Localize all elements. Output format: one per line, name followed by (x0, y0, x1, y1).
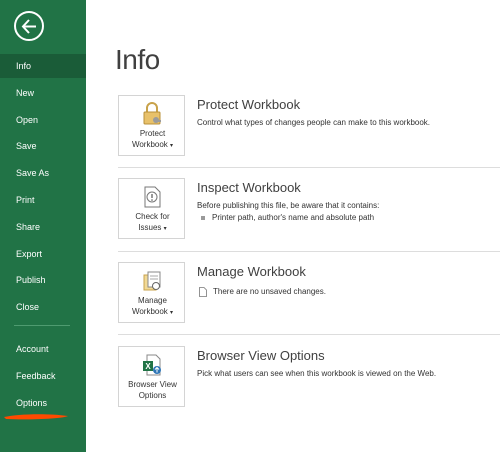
lock-key-icon (143, 102, 161, 125)
document-icon (199, 287, 207, 297)
nav-item-new[interactable]: New (0, 81, 86, 105)
manage-workbook-button[interactable]: Manage Workbook ▾ (118, 262, 185, 323)
check-for-issues-button[interactable]: Check for Issues ▾ (118, 178, 185, 239)
annotation-underline (4, 414, 68, 420)
nav-item-open[interactable]: Open (0, 108, 86, 132)
section-note: There are no unsaved changes. (199, 287, 326, 297)
manage-workbook-icon (143, 271, 161, 291)
tile-label-line2: Workbook ▾ (131, 307, 174, 316)
nav-item-info[interactable]: Info (0, 54, 86, 78)
section-title: Protect Workbook (197, 97, 301, 112)
section-title: Inspect Workbook (197, 180, 301, 195)
check-issues-icon (144, 186, 161, 208)
nav-item-share[interactable]: Share (0, 215, 86, 239)
chevron-down-icon: ▾ (170, 143, 174, 149)
chevron-down-icon: ▾ (170, 310, 174, 316)
tile-label-line1: Check for (135, 212, 170, 221)
chevron-down-icon: ▾ (163, 226, 167, 232)
tile-label-line1: Protect (139, 129, 166, 138)
section-description: Control what types of changes people can… (197, 118, 431, 127)
nav-item-print[interactable]: Print (0, 188, 86, 212)
tile-label-line2: Options (138, 391, 167, 400)
nav-item-account[interactable]: Account (0, 337, 86, 361)
browser-view-options-button[interactable]: X Browser View Options (118, 346, 185, 407)
section-description: Before publishing this file, be aware th… (197, 201, 380, 210)
section-divider (118, 334, 500, 335)
tile-label-line1: Manage (138, 296, 167, 305)
back-arrow-icon (21, 19, 36, 34)
nav-item-save[interactable]: Save (0, 134, 86, 158)
bullet-icon (201, 215, 205, 220)
tile-label-line2: Workbook ▾ (131, 140, 174, 149)
section-title: Manage Workbook (197, 264, 306, 279)
section-bullet: Printer path, author's name and absolute… (201, 213, 374, 222)
section-divider (118, 251, 500, 252)
nav-item-save-as[interactable]: Save As (0, 161, 86, 185)
section-title: Browser View Options (197, 348, 325, 363)
backstage-sidebar: Info New Open Save Save As Print Share E… (0, 0, 86, 452)
tile-label-line2: Issues ▾ (138, 223, 167, 232)
tile-label-line1: Browser View (128, 380, 177, 389)
nav-item-publish[interactable]: Publish (0, 268, 86, 292)
nav-item-close[interactable]: Close (0, 295, 86, 319)
back-button[interactable] (14, 11, 44, 41)
page-title: Info (115, 44, 160, 75)
browser-view-icon: X (143, 354, 161, 376)
sidebar-divider (14, 325, 70, 326)
section-description: Pick what users can see when this workbo… (197, 369, 437, 378)
nav-item-export[interactable]: Export (0, 242, 86, 266)
protect-workbook-button[interactable]: Protect Workbook ▾ (118, 95, 185, 156)
svg-text:X: X (145, 362, 151, 371)
section-divider (118, 167, 500, 168)
nav-item-feedback[interactable]: Feedback (0, 364, 86, 388)
